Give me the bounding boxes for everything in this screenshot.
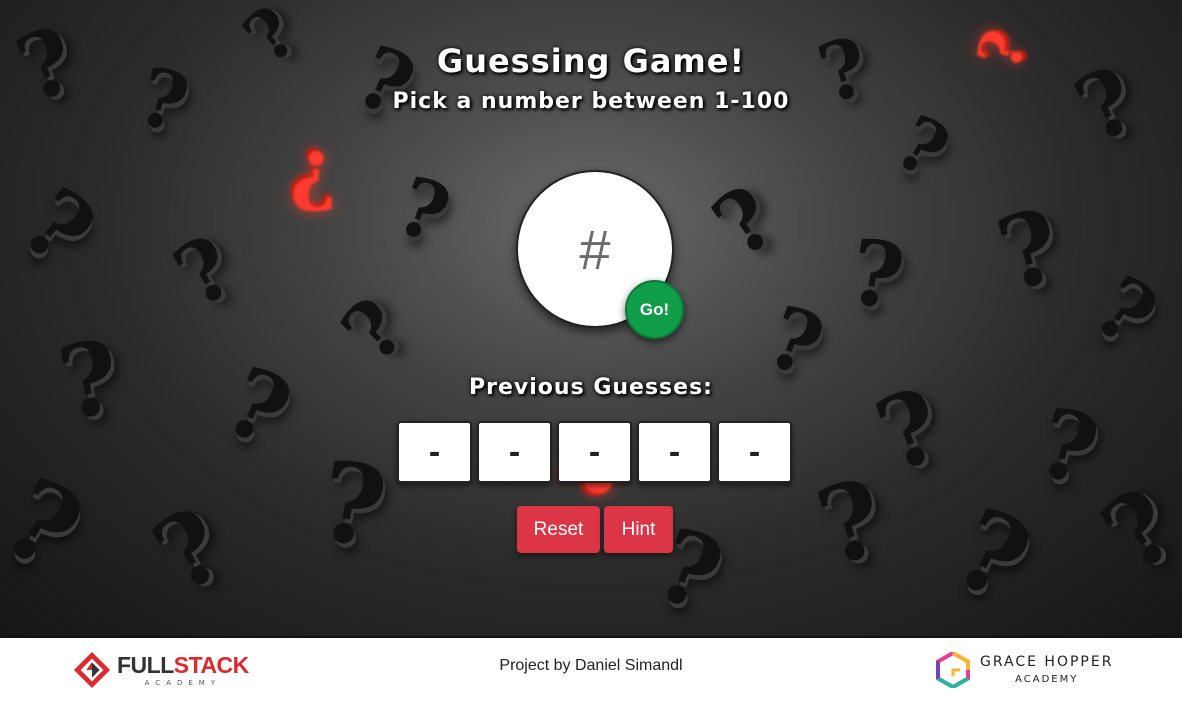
question-mark-decoration: ? [935,482,1049,627]
question-mark-decoration: ? [1076,256,1175,368]
question-mark-decoration: ? [385,157,462,263]
question-mark-decoration: ? [323,280,424,380]
page-title: Guessing Game! [436,42,746,80]
previous-guess-box: - [557,421,632,483]
question-mark-decoration: ? [1026,386,1110,509]
question-mark-decoration: ? [695,166,794,278]
question-mark-decoration: ? [134,484,245,616]
previous-guess-box: - [477,421,552,483]
guess-input[interactable] [535,216,655,282]
grace-hopper-name: GRACE HOPPER [980,654,1114,670]
question-mark-decoration: ? [0,452,103,597]
previous-guess-box: - [637,421,712,483]
question-mark-decoration: ? [0,167,115,288]
grace-hopper-logo[interactable]: GRACE HOPPER ACADEMY [936,652,1113,688]
footer: FULLSTACK ACADEMY Project by Daniel Sima… [0,636,1182,701]
fullstack-subtitle: ACADEMY [144,678,222,687]
question-mark-decoration: ? [881,97,964,197]
question-mark-decoration: ? [841,218,912,332]
grace-hopper-subtitle: ACADEMY [1015,674,1079,685]
question-mark-decoration: ? [309,435,396,574]
previous-guesses-list: - - - - - [397,421,792,483]
previous-guess-box: - [717,421,792,483]
question-mark-decoration: ? [804,454,897,590]
question-mark-decoration: ? [209,345,307,470]
page-subtitle: Pick a number between 1-100 [392,89,790,114]
question-mark-decoration: ? [158,216,252,328]
grace-hopper-logo-icon [936,652,970,688]
red-question-mark-decoration: ? [290,133,337,227]
question-mark-decoration: ? [985,185,1073,315]
action-buttons: Reset Hint [517,506,673,553]
background-question-marks: ? ? ? ? ? ? ? ? ? ? ? ? ? ? ? ? ? ? ? ? … [0,0,1182,636]
previous-guess-box: - [397,421,472,483]
previous-guesses-label: Previous Guesses: [469,375,713,400]
question-mark-decoration: ? [1081,464,1182,596]
hint-button[interactable]: Hint [604,506,673,553]
reset-button[interactable]: Reset [517,506,600,553]
go-button[interactable]: Go! [625,280,684,339]
